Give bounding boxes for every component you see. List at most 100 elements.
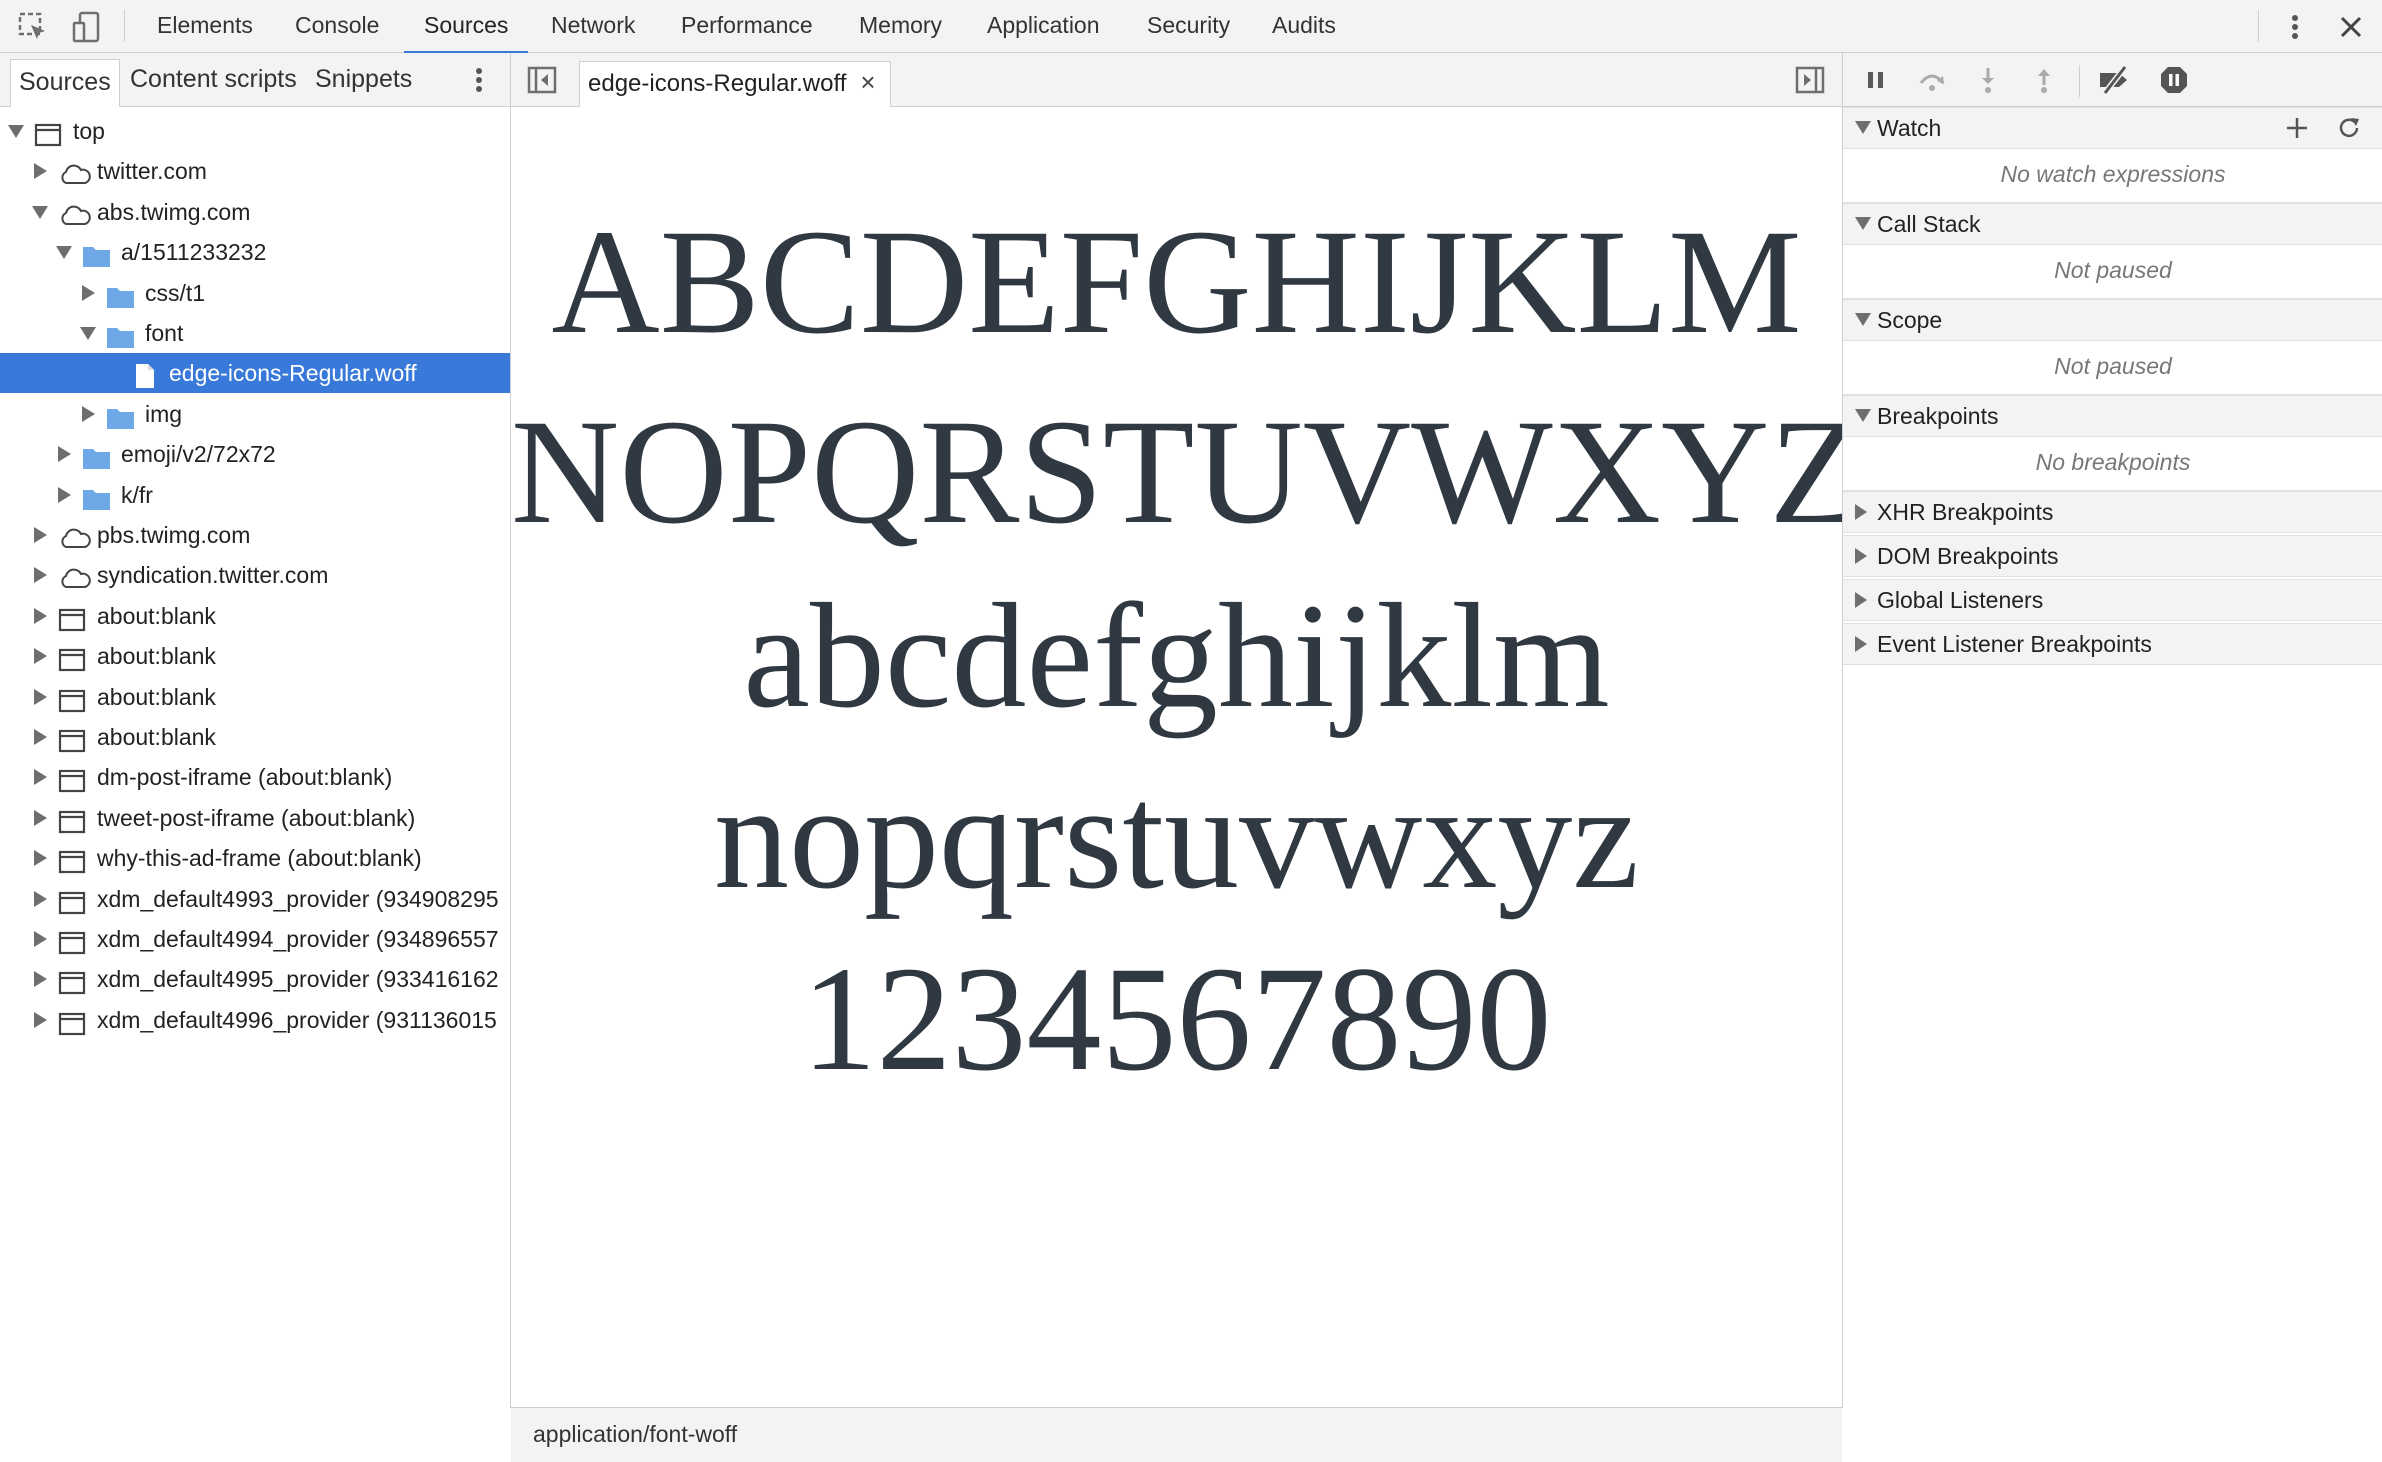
device-toolbar-icon[interactable] bbox=[70, 10, 104, 44]
section-call-stack-header[interactable]: Call Stack bbox=[1843, 203, 2382, 245]
font-preview: ABCDEFGHIJKLM NOPQRSTUVWXYZ abcdefghijkl… bbox=[511, 107, 1861, 1462]
collapse-arrow-icon[interactable] bbox=[34, 567, 47, 584]
tab-application[interactable]: Application bbox=[987, 0, 1100, 53]
pause-on-exceptions-icon[interactable] bbox=[2159, 65, 2189, 95]
expand-arrow-icon[interactable] bbox=[32, 205, 48, 219]
section-event-listener-breakpoints-title: Event Listener Breakpoints bbox=[1877, 631, 2152, 657]
section-event-listener-breakpoints-header[interactable]: Event Listener Breakpoints bbox=[1843, 623, 2382, 665]
tree-item[interactable]: xdm_default4993_provider (934908295 bbox=[0, 879, 510, 919]
tab-memory[interactable]: Memory bbox=[859, 0, 942, 53]
section-breakpoints-title: Breakpoints bbox=[1877, 403, 1999, 429]
section-xhr-breakpoints-header[interactable]: XHR Breakpoints bbox=[1843, 491, 2382, 533]
tab-security[interactable]: Security bbox=[1147, 0, 1230, 53]
tab-elements[interactable]: Elements bbox=[157, 0, 253, 53]
close-icon[interactable] bbox=[2334, 10, 2368, 44]
editor-file-tab[interactable]: edge-icons-Regular.woff × bbox=[579, 61, 891, 107]
collapse-arrow-icon[interactable] bbox=[34, 769, 47, 786]
close-tab-icon[interactable]: × bbox=[860, 62, 875, 102]
step-over-icon[interactable] bbox=[1917, 65, 1947, 95]
collapse-arrow-icon[interactable] bbox=[34, 809, 47, 826]
tree-item[interactable]: about:blank bbox=[0, 636, 510, 676]
tree-item[interactable]: xdm_default4995_provider (933416162 bbox=[0, 959, 510, 999]
collapse-arrow-icon[interactable] bbox=[34, 890, 47, 907]
tree-item[interactable]: pbs.twimg.com bbox=[0, 515, 510, 555]
tree-item[interactable]: img bbox=[0, 394, 510, 434]
refresh-icon[interactable] bbox=[2335, 114, 2363, 154]
toggle-navigator-icon[interactable] bbox=[525, 63, 559, 97]
collapse-arrow-icon[interactable] bbox=[58, 486, 71, 503]
folder-icon bbox=[106, 281, 136, 308]
frame-icon bbox=[58, 887, 88, 914]
collapse-arrow-icon[interactable] bbox=[34, 648, 47, 665]
section-scope-header[interactable]: Scope bbox=[1843, 299, 2382, 341]
collapse-arrow-icon[interactable] bbox=[34, 163, 47, 180]
expand-arrow-icon[interactable] bbox=[8, 125, 24, 138]
section-dom-breakpoints-header[interactable]: DOM Breakpoints bbox=[1843, 535, 2382, 577]
section-global-listeners-header[interactable]: Global Listeners bbox=[1843, 579, 2382, 621]
file-icon bbox=[130, 361, 160, 389]
tab-console[interactable]: Console bbox=[295, 0, 379, 53]
tree-item-label: img bbox=[145, 400, 183, 427]
tree-item[interactable]: k/fr bbox=[0, 475, 510, 515]
tree-item[interactable]: abs.twimg.com bbox=[0, 192, 510, 232]
deactivate-breakpoints-icon[interactable] bbox=[2097, 65, 2128, 95]
collapse-arrow-icon[interactable] bbox=[34, 688, 47, 705]
collapse-arrow-icon[interactable] bbox=[34, 729, 47, 745]
tree-item-label: k/fr bbox=[121, 481, 153, 508]
section-watch-header[interactable]: Watch bbox=[1843, 107, 2382, 149]
navigator-tab-snippets[interactable]: Snippets bbox=[315, 53, 412, 106]
collapse-arrow-icon[interactable] bbox=[34, 931, 47, 947]
tree-item[interactable]: edge-icons-Regular.woff bbox=[0, 353, 510, 394]
tree-item[interactable]: about:blank bbox=[0, 717, 510, 757]
tab-performance[interactable]: Performance bbox=[681, 0, 813, 53]
expand-arrow-icon bbox=[1855, 313, 1871, 326]
section-call-stack-title: Call Stack bbox=[1877, 211, 1981, 237]
tree-item[interactable]: tweet-post-iframe (about:blank) bbox=[0, 798, 510, 838]
more-options-icon[interactable] bbox=[2278, 10, 2312, 44]
tree-item-label: xdm_default4995_provider (933416162 bbox=[97, 966, 499, 993]
collapse-arrow-icon[interactable] bbox=[82, 405, 95, 422]
collapse-arrow-icon[interactable] bbox=[34, 1011, 47, 1028]
tree-item[interactable]: twitter.com bbox=[0, 151, 510, 191]
add-watch-icon[interactable] bbox=[2283, 114, 2311, 154]
tree-item[interactable]: a/1511233232 bbox=[0, 232, 510, 272]
collapse-arrow-icon[interactable] bbox=[82, 284, 95, 301]
collapse-arrow-icon[interactable] bbox=[34, 971, 47, 988]
tree-item[interactable]: about:blank bbox=[0, 677, 510, 717]
collapse-arrow-icon[interactable] bbox=[58, 446, 71, 463]
collapse-arrow-icon[interactable] bbox=[34, 607, 47, 624]
tree-item[interactable]: xdm_default4996_provider (931136015 bbox=[0, 1000, 510, 1040]
tab-sources[interactable]: Sources bbox=[403, 0, 529, 54]
navigator-more-icon[interactable] bbox=[462, 63, 496, 97]
tree-item[interactable]: emoji/v2/72x72 bbox=[0, 434, 510, 474]
preview-digits: 1234567890 bbox=[801, 936, 1552, 1102]
tree-item[interactable]: syndication.twitter.com bbox=[0, 555, 510, 595]
tree-item[interactable]: about:blank bbox=[0, 596, 510, 636]
tree-item[interactable]: css/t1 bbox=[0, 273, 510, 313]
tab-network[interactable]: Network bbox=[551, 0, 635, 53]
tree-item[interactable]: font bbox=[0, 313, 510, 353]
collapse-arrow-icon[interactable] bbox=[34, 850, 47, 867]
expand-arrow-icon bbox=[1855, 217, 1871, 230]
step-into-icon[interactable] bbox=[1973, 65, 2003, 95]
tab-audits[interactable]: Audits bbox=[1272, 0, 1336, 53]
tree-item[interactable]: why-this-ad-frame (about:blank) bbox=[0, 838, 510, 878]
navigator-tab-content-scripts[interactable]: Content scripts bbox=[130, 53, 297, 106]
tree-item[interactable]: xdm_default4994_provider (934896557 bbox=[0, 919, 510, 959]
folder-icon bbox=[106, 321, 136, 348]
folder-icon bbox=[82, 240, 112, 268]
tree-item[interactable]: top bbox=[0, 111, 510, 151]
folder-icon bbox=[106, 402, 136, 429]
inspect-element-icon[interactable] bbox=[16, 10, 50, 44]
navigator-tab-sources[interactable]: Sources bbox=[10, 59, 120, 107]
pause-icon[interactable] bbox=[1861, 65, 1891, 95]
expand-arrow-icon[interactable] bbox=[56, 246, 72, 260]
collapse-arrow-icon bbox=[1855, 636, 1867, 652]
tree-item-label: edge-icons-Regular.woff bbox=[169, 360, 417, 387]
section-breakpoints-header[interactable]: Breakpoints bbox=[1843, 395, 2382, 437]
expand-arrow-icon[interactable] bbox=[80, 327, 96, 340]
collapse-arrow-icon[interactable] bbox=[34, 527, 47, 543]
tree-item[interactable]: dm-post-iframe (about:blank) bbox=[0, 757, 510, 797]
step-out-icon[interactable] bbox=[2029, 65, 2059, 95]
toggle-debugger-icon[interactable] bbox=[1793, 63, 1827, 97]
